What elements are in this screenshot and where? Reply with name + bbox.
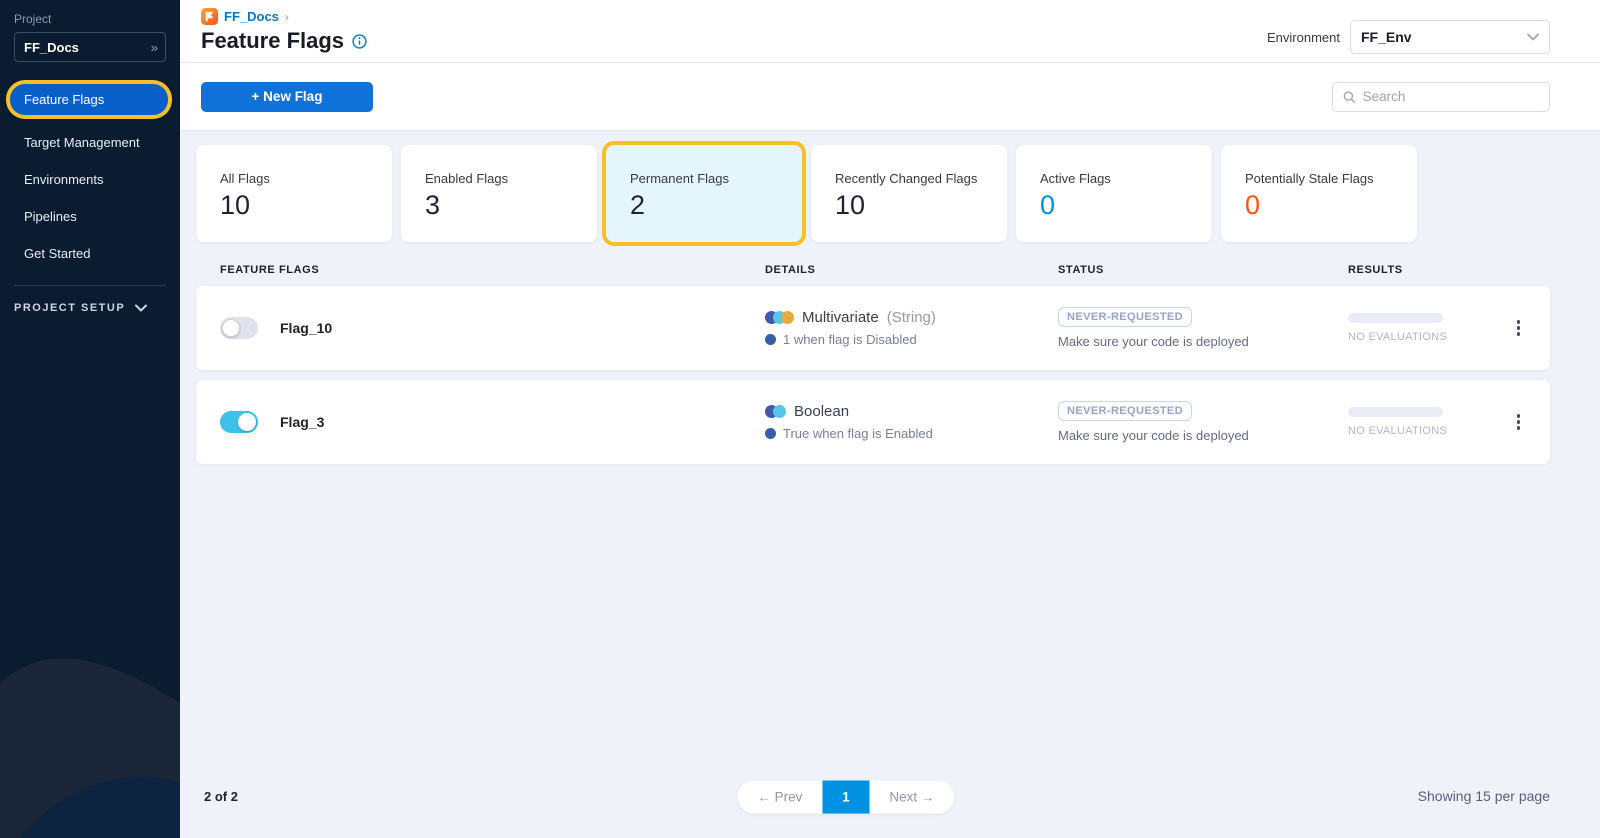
- variation-dot-icon: [765, 428, 776, 439]
- flag-type-suffix: (String): [887, 309, 936, 326]
- project-selector[interactable]: FF_Docs »: [14, 32, 166, 62]
- variation-dot-icon: [765, 334, 776, 345]
- column-details: DETAILS: [765, 264, 1058, 276]
- project-setup-section[interactable]: PROJECT SETUP: [0, 286, 180, 314]
- new-flag-button[interactable]: + New Flag: [201, 82, 373, 112]
- item-count: 2 of 2: [204, 789, 238, 804]
- flag-name[interactable]: Flag_3: [280, 414, 324, 430]
- evaluations-bar: [1348, 313, 1443, 323]
- stat-card-recently-changed-flags[interactable]: Recently Changed Flags 10: [811, 145, 1007, 242]
- main-area: FF_Docs › Feature Flags Environment FF_E…: [180, 0, 1600, 838]
- variation-text: 1 when flag is Disabled: [783, 332, 917, 347]
- stats-row: All Flags 10 Enabled Flags 3 Permanent F…: [196, 145, 1550, 242]
- breadcrumb-project-link[interactable]: FF_Docs: [224, 9, 279, 24]
- search-box[interactable]: [1332, 82, 1550, 112]
- sidebar-item-pipelines[interactable]: Pipelines: [10, 201, 170, 232]
- expand-icon[interactable]: »: [151, 40, 156, 55]
- page-title: Feature Flags: [201, 28, 344, 54]
- page-header: FF_Docs › Feature Flags Environment FF_E…: [180, 0, 1600, 63]
- search-icon: [1343, 90, 1356, 104]
- list-footer: 2 of 2 ← Prev 1 Next → Showing 15 per pa…: [196, 768, 1550, 838]
- environment-select[interactable]: FF_Env: [1350, 20, 1550, 54]
- stat-card-all-flags[interactable]: All Flags 10: [196, 145, 392, 242]
- prev-page-button[interactable]: ← Prev: [737, 790, 822, 805]
- current-page-button[interactable]: 1: [822, 781, 869, 814]
- evaluations-label: NO EVALUATIONS: [1348, 425, 1508, 437]
- stat-card-permanent-flags[interactable]: Permanent Flags 2: [606, 145, 802, 242]
- evaluations-label: NO EVALUATIONS: [1348, 331, 1508, 343]
- flag-toggle[interactable]: [220, 317, 258, 339]
- project-setup-label: PROJECT SETUP: [14, 302, 125, 314]
- column-feature-flags: FEATURE FLAGS: [220, 264, 765, 276]
- search-input[interactable]: [1363, 89, 1539, 104]
- breadcrumb-separator: ›: [285, 10, 289, 24]
- status-text: Make sure your code is deployed: [1058, 428, 1249, 443]
- sidebar-item-target-management[interactable]: Target Management: [10, 127, 170, 158]
- stat-card-active-flags[interactable]: Active Flags 0: [1016, 145, 1212, 242]
- multivariate-icon: [765, 311, 794, 324]
- flag-name[interactable]: Flag_10: [280, 320, 332, 336]
- flag-type: Multivariate: [802, 309, 879, 326]
- evaluations-bar: [1348, 407, 1443, 417]
- variation-text: True when flag is Enabled: [783, 426, 933, 441]
- chevron-down-icon: [135, 304, 147, 312]
- sidebar-nav: Feature Flags Target Management Environm…: [0, 84, 180, 269]
- environment-value: FF_Env: [1361, 29, 1412, 45]
- content: All Flags 10 Enabled Flags 3 Permanent F…: [180, 131, 1600, 838]
- table-header: FEATURE FLAGS DETAILS STATUS RESULTS: [196, 258, 1550, 286]
- pagination: ← Prev 1 Next →: [737, 781, 954, 814]
- status-badge: NEVER-REQUESTED: [1058, 307, 1192, 327]
- harness-ff-logo-icon: [201, 8, 218, 25]
- status-badge: NEVER-REQUESTED: [1058, 401, 1192, 421]
- status-text: Make sure your code is deployed: [1058, 334, 1249, 349]
- project-name: FF_Docs: [24, 40, 79, 55]
- project-label: Project: [0, 12, 180, 26]
- environment-label: Environment: [1267, 30, 1340, 45]
- column-results: RESULTS: [1348, 264, 1508, 276]
- breadcrumb: FF_Docs ›: [201, 8, 367, 25]
- column-status: STATUS: [1058, 264, 1348, 276]
- sidebar: Project FF_Docs » Feature Flags Target M…: [0, 0, 180, 838]
- sidebar-item-get-started[interactable]: Get Started: [10, 238, 170, 269]
- sidebar-decoration: [0, 608, 180, 838]
- row-menu-icon[interactable]: [1513, 316, 1525, 340]
- flag-type: Boolean: [794, 403, 849, 420]
- stat-card-enabled-flags[interactable]: Enabled Flags 3: [401, 145, 597, 242]
- boolean-icon: [765, 405, 786, 418]
- sidebar-item-feature-flags[interactable]: Feature Flags: [10, 84, 168, 115]
- chevron-down-icon: [1527, 33, 1539, 41]
- toolbar: + New Flag: [180, 63, 1600, 131]
- stat-card-potentially-stale-flags[interactable]: Potentially Stale Flags 0: [1221, 145, 1417, 242]
- flag-toggle[interactable]: [220, 411, 258, 433]
- page-size-text: Showing 15 per page: [1418, 788, 1550, 804]
- sidebar-item-environments[interactable]: Environments: [10, 164, 170, 195]
- next-page-button[interactable]: Next →: [869, 790, 954, 805]
- table-row[interactable]: Flag_10 Multivariate (String) 1 when fla…: [196, 286, 1550, 370]
- table-row[interactable]: Flag_3 Boolean True when flag is Enabled…: [196, 380, 1550, 464]
- info-icon[interactable]: [352, 34, 367, 49]
- row-menu-icon[interactable]: [1513, 410, 1525, 434]
